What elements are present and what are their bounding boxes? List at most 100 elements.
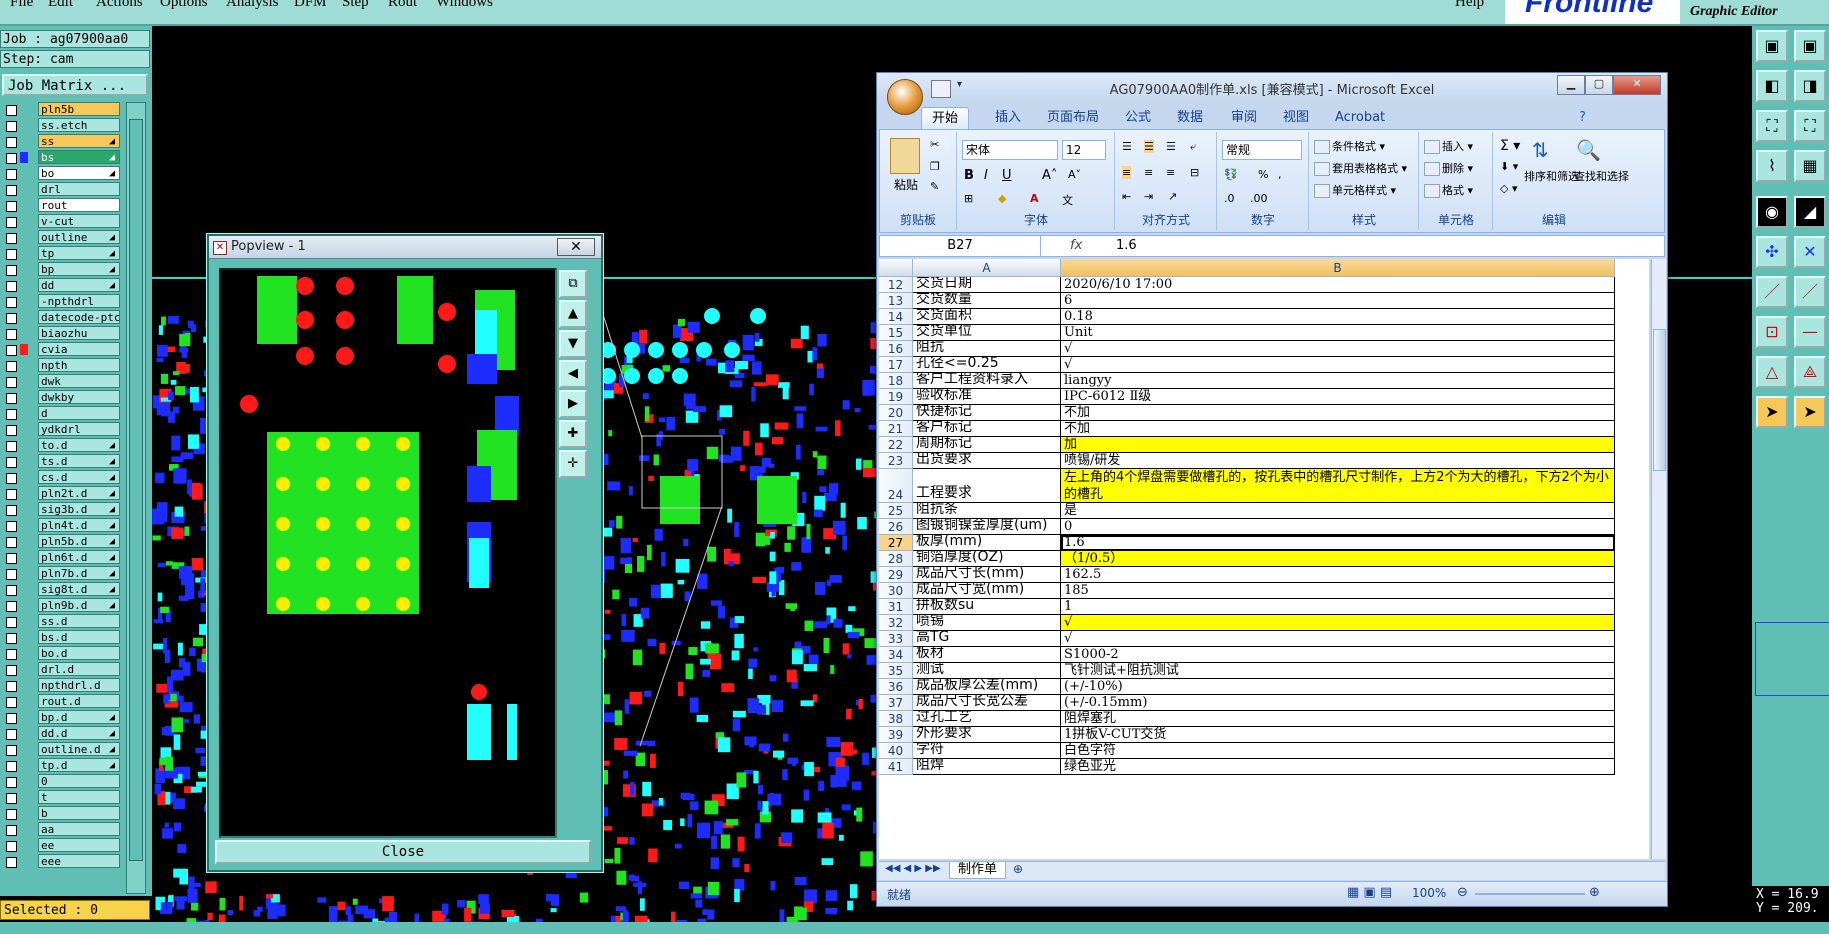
layer-color-chip[interactable] [20, 392, 28, 403]
merge-cells-icon[interactable]: ⊟ [1190, 166, 1199, 179]
layer-row[interactable]: dd.d ◢ [0, 726, 122, 742]
popview-close-button[interactable]: Close [215, 840, 591, 864]
layer-row[interactable]: pln9b.d ◢ [0, 598, 122, 614]
layer-name[interactable]: outline.d ◢ [38, 742, 120, 756]
layer-name[interactable]: dwkby [38, 390, 120, 404]
find-select-label[interactable]: 查找和选择 [1574, 168, 1629, 184]
paste-icon[interactable] [890, 138, 920, 174]
align-bottom-icon[interactable]: ☰ [1166, 140, 1176, 153]
layer-checkbox[interactable] [6, 169, 17, 180]
menu-windows[interactable]: Windows [436, 0, 493, 11]
layer-color-chip[interactable] [20, 440, 28, 451]
spreadsheet-grid[interactable]: A B 12 交货日期 2020/6/10 17:00 13 交货数量 6 14 交货面积 0.… [879, 259, 1649, 859]
layer-color-chip[interactable] [20, 552, 28, 563]
cell-b[interactable]: 白色字符 [1061, 743, 1615, 759]
cell-b[interactable]: (+/-10%) [1061, 679, 1615, 695]
italic-button[interactable]: I [984, 168, 988, 183]
row-header[interactable]: 13 [879, 293, 913, 309]
layer-row[interactable]: datecode-ptc [0, 310, 122, 326]
cell-b[interactable]: √ [1061, 341, 1615, 357]
menu-rout[interactable]: Rout [388, 0, 417, 11]
layer-color-chip[interactable] [20, 648, 28, 659]
layer-row[interactable]: ss.d [0, 614, 122, 630]
layer-name[interactable]: ee [38, 838, 120, 852]
align-center-icon[interactable]: ≡ [1144, 166, 1153, 179]
cell-a[interactable]: 客户工程资料录入 [913, 373, 1061, 389]
cell-a[interactable]: 周期标记 [913, 437, 1061, 453]
layer-checkbox[interactable] [6, 281, 17, 292]
layer-checkbox[interactable] [6, 329, 17, 340]
layer-color-chip[interactable] [20, 776, 28, 787]
layer-name[interactable]: npthdrl.d [38, 678, 120, 692]
add-text-icon[interactable]: ⟁ [1794, 356, 1826, 388]
cell-a[interactable]: 交货单位 [913, 325, 1061, 341]
layer-row[interactable]: v-cut [0, 214, 122, 230]
row-header[interactable]: 16 [879, 341, 913, 357]
layer-checkbox[interactable] [6, 697, 17, 708]
cell-a[interactable]: 客户标记 [913, 421, 1061, 437]
cell-b[interactable]: 是 [1061, 503, 1615, 519]
layer-name[interactable]: cs.d ◢ [38, 470, 120, 484]
cell-b[interactable]: (+/-0.15mm) [1061, 695, 1615, 711]
cell-a[interactable]: 字符 [913, 743, 1061, 759]
cell-a[interactable]: 高TG [913, 631, 1061, 647]
add-surface-icon[interactable]: — [1794, 316, 1826, 348]
layer-checkbox[interactable] [6, 201, 17, 212]
layer-checkbox[interactable] [6, 665, 17, 676]
menu-dfm[interactable]: DFM [294, 0, 327, 11]
format-cells-button[interactable]: 格式 ▾ [1424, 182, 1473, 198]
clear-icon[interactable]: ◇ ▾ [1500, 182, 1517, 195]
cell-b[interactable]: 1 [1061, 599, 1615, 615]
layer-name[interactable]: pln5b [38, 102, 120, 116]
row-header[interactable]: 29 [879, 567, 913, 583]
sort-filter-icon[interactable]: ⇅ [1532, 138, 1549, 162]
add-arc-icon[interactable]: ／ [1794, 276, 1826, 308]
layer-row[interactable]: ss ◢ [0, 134, 122, 150]
layer-color-chip[interactable] [20, 152, 28, 163]
cell-a[interactable]: 过孔工艺 [913, 711, 1061, 727]
layer-name[interactable]: bp ◢ [38, 262, 120, 276]
menu-analysis[interactable]: Analysis [226, 0, 279, 11]
layer-row[interactable]: sig8t.d ◢ [0, 582, 122, 598]
layer-name[interactable]: t [38, 790, 120, 804]
popview-zoom-in-icon[interactable]: ✚ [559, 420, 587, 448]
cell-b[interactable]: 加 [1061, 437, 1615, 453]
layer-color-chip[interactable] [20, 744, 28, 755]
layer-color-chip[interactable] [20, 408, 28, 419]
layer-checkbox[interactable] [6, 841, 17, 852]
cell-b[interactable]: IPC-6012 Ⅱ级 [1061, 389, 1615, 405]
layer-color-chip[interactable] [20, 760, 28, 771]
layer-color-chip[interactable] [20, 456, 28, 467]
row-header[interactable]: 36 [879, 679, 913, 695]
layer-name[interactable]: bs ◢ [38, 150, 120, 164]
layer-row[interactable]: pln5b.d ◢ [0, 534, 122, 550]
layer-color-chip[interactable] [20, 536, 28, 547]
popview-zoom-fit-icon[interactable]: ⧉ [559, 270, 587, 298]
layer-name[interactable]: b [38, 806, 120, 820]
cell-a[interactable]: 快捷标记 [913, 405, 1061, 421]
measure-icon[interactable]: ⌇ [1756, 150, 1788, 182]
cell-a[interactable]: 交货面积 [913, 309, 1061, 325]
sort-filter-label[interactable]: 排序和筛选 [1524, 168, 1579, 184]
layer-color-chip[interactable] [20, 360, 28, 371]
cell-a[interactable]: 出货要求 [913, 453, 1061, 469]
layer-name[interactable]: datecode-ptc [38, 310, 120, 324]
zoom-area-icon[interactable]: ⛶ [1794, 110, 1826, 142]
cell-b[interactable]: 不加 [1061, 421, 1615, 437]
layer-name[interactable]: npth [38, 358, 120, 372]
layer-checkbox[interactable] [6, 633, 17, 644]
cell-a[interactable]: 成品尺寸宽(mm) [913, 583, 1061, 599]
layer-checkbox[interactable] [6, 713, 17, 724]
layer-color-chip[interactable] [20, 488, 28, 499]
layer-name[interactable]: ss.d [38, 614, 120, 628]
row-header[interactable]: 21 [879, 421, 913, 437]
layer-name[interactable]: pln2t.d ◢ [38, 486, 120, 500]
grow-font-button[interactable]: A˄ [1042, 168, 1057, 183]
layer-color-chip[interactable] [20, 216, 28, 227]
layer-checkbox[interactable] [6, 553, 17, 564]
layer-checkbox[interactable] [6, 825, 17, 836]
tab-home[interactable]: 开始 [921, 107, 970, 130]
layer-checkbox[interactable] [6, 313, 17, 324]
job-matrix-button[interactable]: Job Matrix ... [2, 74, 148, 96]
row-header[interactable]: 31 [879, 599, 913, 615]
